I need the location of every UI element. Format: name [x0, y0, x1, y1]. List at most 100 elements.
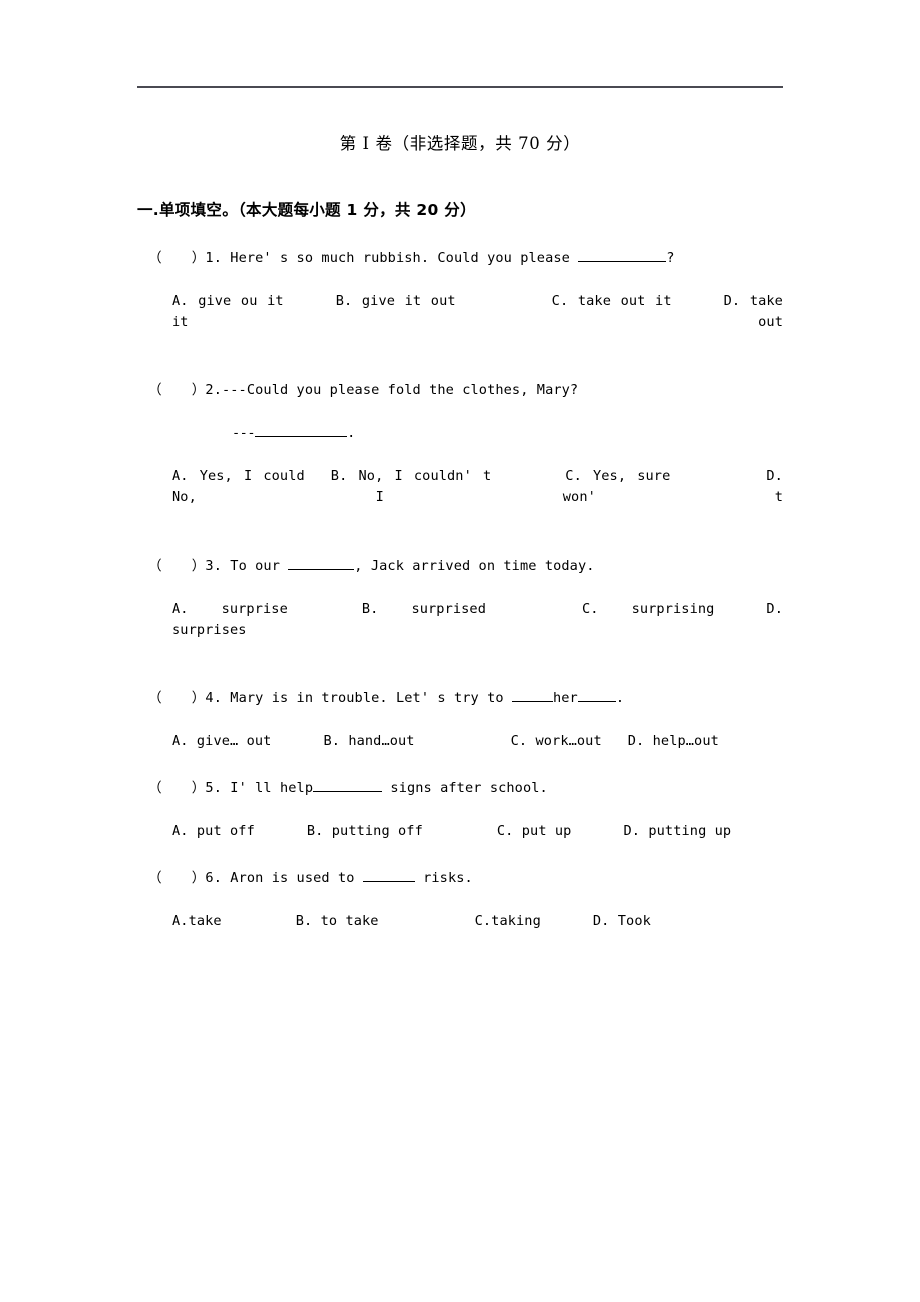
dialogue-dashes: --- — [232, 425, 256, 442]
option-text-d[interactable]: putting up — [648, 823, 731, 839]
answer-bracket-open: （ — [148, 382, 162, 399]
option-text-a[interactable]: Yes, I could — [200, 468, 305, 484]
answer-bracket-close: ） — [191, 382, 206, 399]
question-item: （ ）1. Here' s so much rubbish. Could you … — [137, 222, 783, 354]
option-text-a[interactable]: give… out — [197, 733, 272, 749]
question-number: 3. — [205, 557, 222, 574]
fill-blank[interactable] — [578, 248, 667, 262]
question-text-before: Aron is used to — [230, 870, 363, 887]
option-letter-a: A. — [172, 732, 189, 749]
question-stem: （ ）6. Aron is used to risks. — [137, 868, 783, 889]
question-options: A.take B. to take C.taking D. Took — [137, 889, 783, 932]
option-letter-a: A. — [172, 600, 189, 617]
option-letter-c: C. — [551, 293, 569, 310]
question-text-after: ? — [666, 250, 675, 266]
page-content: 第 I 卷（非选择题，共 70 分） 一.单项填空。（本大题每小题 1 分，共 … — [137, 118, 783, 932]
question-text-after: risks. — [414, 870, 473, 887]
option-letter-d: D. — [627, 732, 645, 749]
option-letter-c: C. — [496, 823, 514, 839]
fill-blank[interactable] — [362, 868, 415, 883]
question-stem: （ ）1. Here' s so much rubbish. Could you … — [137, 248, 783, 269]
answer-bracket-close: ） — [191, 557, 206, 574]
option-letter-b: B. — [361, 600, 379, 617]
question-text-after: signs after school. — [382, 779, 548, 796]
answer-bracket-open: （ — [148, 250, 162, 266]
answer-line-period: . — [347, 425, 356, 442]
fill-blank[interactable] — [313, 778, 383, 792]
option-letter-c: C. — [474, 913, 492, 930]
option-letter-d: D. — [766, 468, 783, 485]
question-item: （ ）4. Mary is in trouble. Let' s try to h… — [137, 662, 783, 752]
question-number: 5. — [205, 779, 222, 796]
option-text-d[interactable]: surprises — [172, 622, 247, 638]
answer-bracket-close: ） — [191, 250, 206, 266]
option-letter-b: B. — [306, 823, 324, 839]
option-letter-b: B. — [295, 913, 313, 930]
question-text-before: I' ll help — [230, 779, 314, 796]
option-text-a[interactable]: take — [189, 913, 222, 929]
option-letter-d: D. — [723, 293, 741, 310]
option-text-c[interactable]: work…out — [535, 733, 601, 749]
option-text-a[interactable]: surprise — [222, 601, 288, 617]
option-letter-a: A. — [172, 823, 189, 839]
option-text-c[interactable]: take out it — [578, 293, 672, 309]
question-stem: （ ）2.---Could you please fold the clothes… — [137, 380, 783, 401]
fill-blank[interactable] — [255, 423, 348, 438]
option-text-c[interactable]: taking — [491, 913, 541, 929]
question-options: A. put off B. putting off C. put up D. putt… — [137, 799, 783, 842]
option-letter-d: D. — [766, 600, 783, 617]
option-letter-d: D. — [623, 823, 641, 839]
option-letter-c: C. — [565, 468, 582, 485]
question-stem: （ ）4. Mary is in trouble. Let' s try to h… — [137, 688, 783, 709]
paper-title: 第 I 卷（非选择题，共 70 分） — [339, 134, 581, 153]
fill-blank[interactable] — [511, 688, 553, 702]
fill-blank[interactable] — [577, 688, 616, 702]
option-text-d[interactable]: Took — [618, 913, 651, 929]
question-text-before: To our — [230, 557, 289, 574]
option-text-c[interactable]: surprising — [632, 601, 715, 617]
option-text-b[interactable]: surprised — [411, 601, 486, 617]
question-text-before: Mary is in trouble. Let' s try to — [230, 689, 512, 706]
question-number: 4. — [205, 689, 222, 706]
question-text-after: . — [615, 689, 625, 706]
option-text-d[interactable]: No, I won' t — [172, 489, 783, 505]
question-number: 6. — [205, 870, 222, 887]
option-text-b[interactable]: to take — [321, 913, 379, 929]
option-text-a[interactable]: give ou it — [198, 293, 284, 309]
option-text-a[interactable]: put off — [197, 823, 255, 839]
question-options: A. give… out B. hand…out C. work…out D. hel… — [137, 709, 783, 752]
header-divider-rule — [137, 86, 783, 88]
answer-bracket-close: ） — [191, 870, 206, 887]
option-text-b[interactable]: hand…out — [348, 733, 414, 749]
option-letter-a: A. — [172, 293, 189, 310]
question-answer-line: ---. — [137, 401, 783, 444]
question-number: 2. — [205, 382, 222, 399]
answer-bracket-open: （ — [148, 779, 162, 796]
option-letter-b: B. — [330, 468, 348, 485]
option-text-b[interactable]: give it out — [362, 293, 456, 309]
option-text-d[interactable]: help…out — [653, 733, 719, 749]
section-heading: 一.单项填空。（本大题每小题 1 分，共 20 分） — [137, 200, 476, 219]
answer-bracket-open: （ — [148, 557, 162, 574]
question-text-before: ---Could you please fold the clothes, Ma… — [221, 382, 579, 399]
option-letter-c: C. — [582, 600, 599, 617]
question-number: 1. — [205, 250, 222, 266]
question-options: A. give ou it B. give it out C. take out i… — [137, 269, 783, 354]
exam-page: 第 I 卷（非选择题，共 70 分） 一.单项填空。（本大题每小题 1 分，共 … — [0, 0, 920, 1302]
option-text-b[interactable]: putting off — [332, 823, 423, 839]
question-item: （ ）3. To our , Jack arrived on time today… — [137, 530, 783, 662]
option-text-c[interactable]: Yes, sure — [593, 468, 670, 484]
answer-bracket-open: （ — [148, 689, 162, 706]
option-text-c[interactable]: put up — [522, 823, 572, 839]
answer-bracket-close: ） — [191, 779, 206, 796]
fill-blank[interactable] — [288, 556, 355, 570]
question-options: A. surprise B. surprised C. surprising D. s… — [137, 577, 783, 662]
option-letter-b: B. — [323, 732, 341, 749]
question-stem: （ ）5. I' ll help signs after school. — [137, 778, 783, 799]
option-letter-a: A. — [172, 913, 189, 930]
option-letter-c: C. — [510, 732, 528, 749]
option-text-b[interactable]: No, I couldn' t — [359, 468, 492, 484]
question-text-middle: her — [552, 689, 578, 706]
question-stem: （ ）3. To our , Jack arrived on time today… — [137, 556, 783, 577]
question-item: （ ）6. Aron is used to risks. A.take B. to … — [137, 842, 783, 932]
